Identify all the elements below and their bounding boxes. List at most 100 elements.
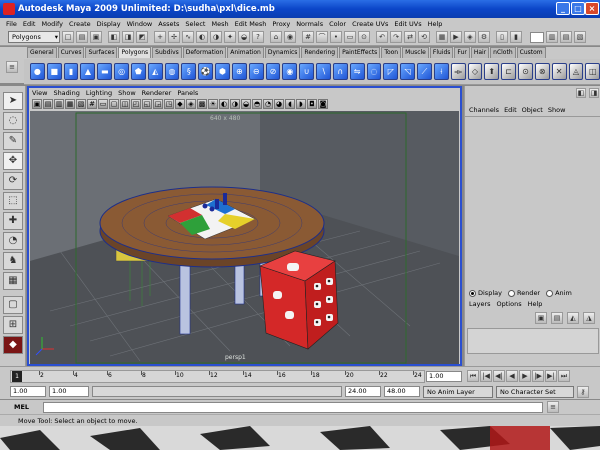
construction-history-icon[interactable]: ⟲ — [418, 31, 430, 43]
new-layer-icon[interactable]: ▣ — [535, 312, 547, 324]
menu-item-modify[interactable]: Modify — [41, 20, 63, 28]
minimize-button[interactable]: _ — [556, 2, 570, 15]
panel-menu-panels[interactable]: Panels — [177, 88, 198, 98]
new-layer-selected-icon[interactable]: ▤ — [551, 312, 563, 324]
menu-item-file[interactable]: File — [6, 20, 17, 28]
go-to-start-icon[interactable]: ⏮ — [467, 370, 479, 382]
animation-end-field[interactable]: 48.00 — [384, 386, 420, 397]
lock-selection-icon[interactable]: ⌂ — [270, 31, 282, 43]
manipulator-tool-icon[interactable]: ✚ — [3, 212, 23, 230]
toolbar-anti-alias-icon[interactable]: ◗ — [296, 99, 306, 109]
open-scene-icon[interactable]: ▤ — [76, 31, 88, 43]
quick-select-icon[interactable]: ▮ — [510, 31, 522, 43]
select-component-icon[interactable]: ◩ — [136, 31, 148, 43]
panel-menu-renderer[interactable]: Renderer — [142, 88, 172, 98]
shelf-tab-general[interactable]: General — [27, 47, 57, 58]
shelf-offset-edge-loop-icon[interactable]: ⟚ — [450, 63, 466, 80]
mask-curves-icon[interactable]: ∿ — [182, 31, 194, 43]
mask-deformers-icon[interactable]: ◑ — [210, 31, 222, 43]
menu-item-create[interactable]: Create — [69, 20, 91, 28]
render-frame-icon[interactable]: ▶ — [450, 31, 462, 43]
attribute-editor-icon[interactable]: ▥ — [546, 31, 558, 43]
layer-menu-options[interactable]: Options — [497, 300, 522, 308]
channel-menu-edit[interactable]: Edit — [504, 106, 517, 114]
highlight-selection-icon[interactable]: ◉ — [284, 31, 296, 43]
step-forward-frame-icon[interactable]: |▶ — [532, 370, 544, 382]
shelf-quadrangulate-icon[interactable]: ◫ — [585, 63, 600, 80]
make-live-icon[interactable]: ⊙ — [358, 31, 370, 43]
shelf-tab-surfaces[interactable]: Surfaces — [85, 47, 118, 58]
play-forward-icon[interactable]: ▶ — [519, 370, 531, 382]
panel-menu-show[interactable]: Show — [118, 88, 136, 98]
shelf-pyramid-icon[interactable]: ◭ — [147, 63, 163, 80]
shelf-cone-icon[interactable]: ▲ — [80, 63, 96, 80]
menu-item-display[interactable]: Display — [97, 20, 121, 28]
channel-menu-object[interactable]: Object — [522, 106, 543, 114]
mask-rendering-icon[interactable]: ◒ — [238, 31, 250, 43]
shelf-tab-fur[interactable]: Fur — [454, 47, 470, 58]
lasso-tool-icon[interactable]: ◌ — [3, 112, 23, 130]
toolbar-camera-attr-icon[interactable]: ▣ — [32, 99, 42, 109]
shelf-insert-edge-loop-icon[interactable]: ⟊ — [433, 63, 449, 80]
menu-item-mesh[interactable]: Mesh — [211, 20, 228, 28]
shelf-tab-polygons[interactable]: Polygons — [118, 47, 152, 58]
menu-item-normals[interactable]: Normals — [296, 20, 323, 28]
toolbar-hardware-texturing-icon[interactable]: ◑ — [230, 99, 240, 109]
maximize-button[interactable]: □ — [571, 2, 585, 15]
panel-menu-shading[interactable]: Shading — [53, 88, 79, 98]
render-globals-icon[interactable]: ⚙ — [478, 31, 490, 43]
snap-plane-icon[interactable]: ▭ — [344, 31, 356, 43]
shelf-cylinder-icon[interactable]: ▮ — [63, 63, 79, 80]
layer-move-down-icon[interactable]: ◮ — [583, 312, 595, 324]
shelf-extract-icon[interactable]: ⊘ — [265, 63, 281, 80]
layer-option-anim[interactable]: Anim — [546, 289, 572, 297]
toolbar-isolate-select-icon[interactable]: ◔ — [263, 99, 273, 109]
shelf-collapse-icon[interactable]: ⊗ — [534, 63, 550, 80]
range-slider[interactable] — [92, 386, 342, 397]
toolbar-ambient-occlusion-icon[interactable]: ◖ — [285, 99, 295, 109]
shelf-cube-icon[interactable]: ■ — [46, 63, 62, 80]
shelf-helix-icon[interactable]: § — [181, 63, 197, 80]
shelf-plane-icon[interactable]: ▬ — [97, 63, 113, 80]
shelf-tab-custom[interactable]: Custom — [516, 47, 546, 58]
menu-set-dropdown[interactable]: Polygons ▾ — [8, 31, 60, 43]
mask-handles-icon[interactable]: + — [154, 31, 166, 43]
four-pane-layout-icon[interactable]: ⊞ — [3, 316, 23, 334]
mel-label[interactable]: MEL — [14, 403, 29, 411]
layer-move-up-icon[interactable]: ◭ — [567, 312, 579, 324]
toolbar-2d-pan-icon[interactable]: ▦ — [65, 99, 75, 109]
menu-item-help[interactable]: Help — [428, 20, 443, 28]
shelf-smooth-icon[interactable]: ◉ — [282, 63, 298, 80]
toolbar-high-quality-icon[interactable]: ◕ — [274, 99, 284, 109]
shelf-pipe-icon[interactable]: ◍ — [164, 63, 180, 80]
channel-menu-show[interactable]: Show — [548, 106, 566, 114]
sidebar-toggle-icon[interactable]: ▯ — [496, 31, 508, 43]
menu-item-select[interactable]: Select — [185, 20, 205, 28]
toolbar-xray-icon[interactable]: ◒ — [241, 99, 251, 109]
shelf-soccer-ball-icon[interactable]: ⚽ — [198, 63, 214, 80]
time-slider[interactable]: 1 2 4 6 8 10 12 14 16 18 20 22 24 1.00 ⏮ |◀ ◀| ◀ ▶ … — [0, 366, 600, 384]
new-scene-icon[interactable]: □ — [62, 31, 74, 43]
shelf-tab-ncloth[interactable]: nCloth — [490, 47, 516, 58]
attribute-toggle-icon[interactable]: ◨ — [589, 88, 599, 98]
radio-display[interactable] — [469, 289, 476, 297]
shelf-tab-dynamics[interactable]: Dynamics — [264, 47, 301, 58]
menu-item-proxy[interactable]: Proxy — [272, 20, 290, 28]
shelf-combine-icon[interactable]: ⊕ — [231, 63, 247, 80]
quick-field[interactable] — [530, 31, 544, 43]
input-ops-icon[interactable]: ↷ — [390, 31, 402, 43]
key-icon[interactable]: ⚷ — [577, 385, 589, 398]
time-slider-track[interactable]: 1 2 4 6 8 10 12 14 16 18 20 22 24 — [10, 370, 425, 383]
paint-select-icon[interactable]: ✎ — [3, 132, 23, 150]
shelf-delete-edge-icon[interactable]: ✕ — [551, 63, 567, 80]
move-tool-icon[interactable]: ✥ — [3, 152, 23, 170]
output-ops-icon[interactable]: ⇄ — [404, 31, 416, 43]
playback-start-field[interactable]: 1.00 — [49, 386, 89, 397]
3d-viewport[interactable]: 640 x 480 persp1 — [30, 111, 459, 364]
shelf-menu-icon[interactable]: ≡ — [6, 61, 18, 73]
shelf-extrude-icon[interactable]: ⬆ — [484, 63, 500, 80]
toolbar-field-chart-icon[interactable]: ◰ — [131, 99, 141, 109]
snap-point-icon[interactable]: • — [330, 31, 342, 43]
shelf-boolean-difference-icon[interactable]: ∖ — [316, 63, 331, 80]
menu-item-edit-uvs[interactable]: Edit UVs — [394, 20, 421, 28]
